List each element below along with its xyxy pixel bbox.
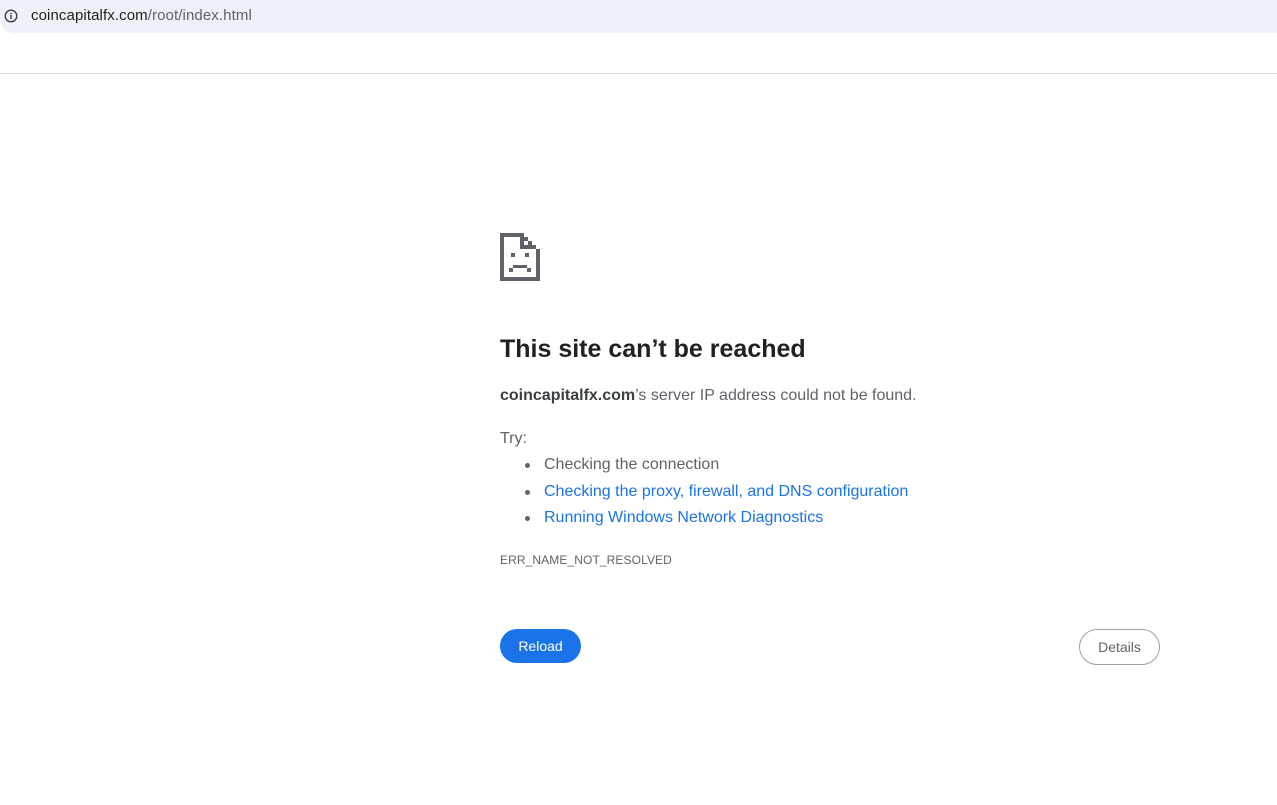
- address-bar[interactable]: coincapitalfx.com/root/index.html: [0, 0, 1277, 33]
- error-code: ERR_NAME_NOT_RESOLVED: [500, 553, 672, 567]
- try-label: Try:: [500, 430, 527, 447]
- toolbar-divider: [0, 73, 1277, 74]
- suggestion-checking-connection: Checking the connection: [544, 456, 720, 473]
- suggestion-proxy-firewall-dns-link[interactable]: Checking the proxy, firewall, and DNS co…: [544, 483, 908, 500]
- sad-page-icon: [500, 233, 540, 281]
- url-path: /root/index.html: [147, 7, 252, 24]
- suggestion-item: Checking the connection: [500, 453, 908, 480]
- page-title: This site can’t be reached: [500, 335, 806, 363]
- info-icon[interactable]: [4, 9, 18, 23]
- details-button[interactable]: Details: [1079, 629, 1160, 665]
- error-message-text: ’s server IP address could not be found.: [635, 387, 917, 404]
- error-message: coincapitalfx.com’s server IP address co…: [500, 385, 917, 407]
- suggestion-item[interactable]: Checking the proxy, firewall, and DNS co…: [500, 480, 908, 507]
- url-host: coincapitalfx.com: [31, 7, 148, 24]
- suggestions-list: Checking the connection Checking the pro…: [500, 453, 908, 533]
- url-text[interactable]: coincapitalfx.com/root/index.html: [31, 7, 252, 25]
- reload-button[interactable]: Reload: [500, 629, 581, 663]
- error-message-host: coincapitalfx.com: [500, 387, 636, 404]
- suggestion-network-diagnostics-link[interactable]: Running Windows Network Diagnostics: [544, 509, 823, 526]
- suggestion-item[interactable]: Running Windows Network Diagnostics: [500, 506, 908, 533]
